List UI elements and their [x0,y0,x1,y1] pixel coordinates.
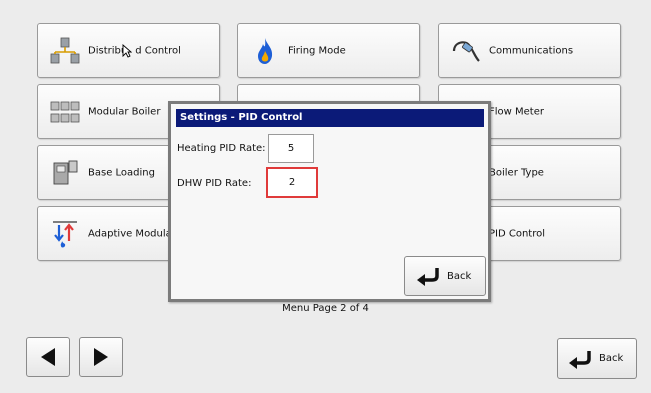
dhw-pid-rate-label: DHW PID Rate: [177,178,252,189]
modular-boiler-icon [50,97,80,127]
heating-pid-rate-field[interactable]: 5 [268,134,314,163]
heating-pid-rate-label: Heating PID Rate: [177,143,266,154]
cable-icon [451,36,481,66]
tile-label-suffix: d Control [135,45,181,56]
back-label: Back [447,270,472,282]
arrow-right-icon [94,348,108,366]
tile-label: PID Control [489,228,546,239]
tile-label: Communications [489,45,574,56]
dhw-pid-rate-field[interactable]: 2 [266,167,318,198]
arrow-left-icon [41,348,55,366]
tile-label: Modular Boiler [88,106,161,117]
adaptive-modulation-icon [50,219,80,249]
dialog-title: Settings - PID Control [176,109,484,127]
mouse-cursor-icon [122,44,133,61]
back-label: Back [599,353,624,364]
dialog-back-button[interactable]: Back [404,256,486,296]
tile-label: Firing Mode [288,45,346,56]
tile-label: Flow Meter [489,106,544,117]
tile-label: Adaptive Modula [88,228,172,239]
flame-icon [250,36,280,66]
base-loading-icon [50,158,80,188]
distributed-control-icon [50,36,80,66]
menu-page-indicator: Menu Page 2 of 4 [282,303,369,314]
tile-label: Boiler Type [489,167,544,178]
back-arrow-icon [569,350,591,369]
previous-page-button[interactable] [26,337,70,377]
back-arrow-icon [417,268,439,286]
communications-button[interactable]: Communications [438,23,621,78]
firing-mode-button[interactable]: Firing Mode [237,23,420,78]
next-page-button[interactable] [79,337,123,377]
back-button[interactable]: Back [557,338,637,379]
tile-label: Base Loading [88,167,155,178]
pid-control-dialog: Settings - PID Control Heating PID Rate:… [168,101,491,302]
